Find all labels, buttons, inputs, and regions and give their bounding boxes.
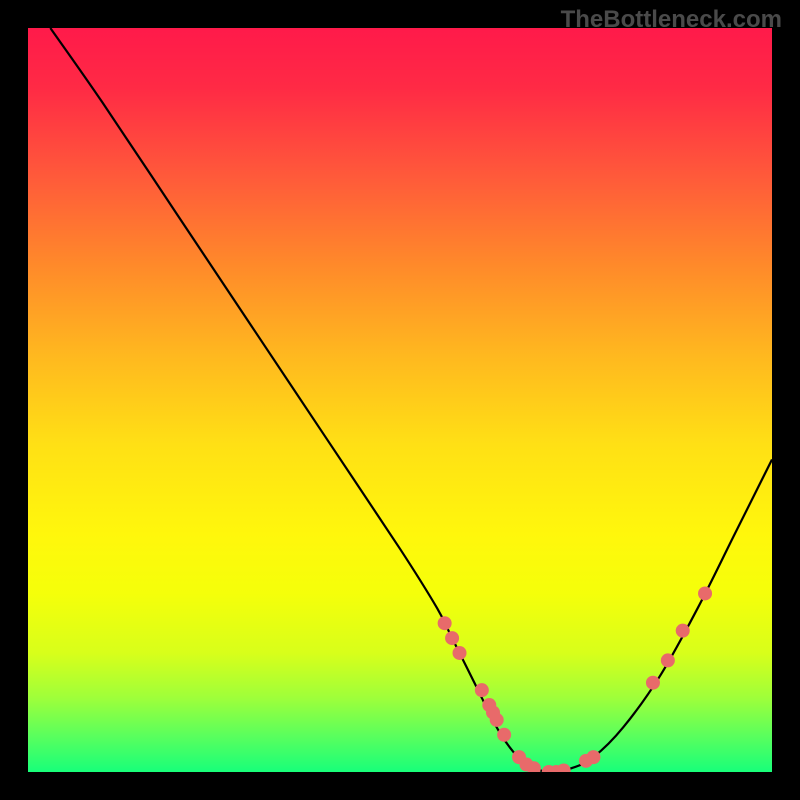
data-marker: [661, 653, 675, 667]
plot-area: [28, 28, 772, 772]
data-marker: [453, 646, 467, 660]
data-marker: [445, 631, 459, 645]
data-marker: [497, 728, 511, 742]
chart-svg: [28, 28, 772, 772]
data-marker: [698, 586, 712, 600]
data-marker: [557, 764, 571, 772]
data-marker: [490, 713, 504, 727]
watermark-text: TheBottleneck.com: [561, 6, 782, 34]
data-marker: [586, 750, 600, 764]
data-marker: [676, 624, 690, 638]
data-marker: [438, 616, 452, 630]
data-marker: [646, 676, 660, 690]
marker-group: [438, 586, 712, 772]
data-marker: [475, 683, 489, 697]
